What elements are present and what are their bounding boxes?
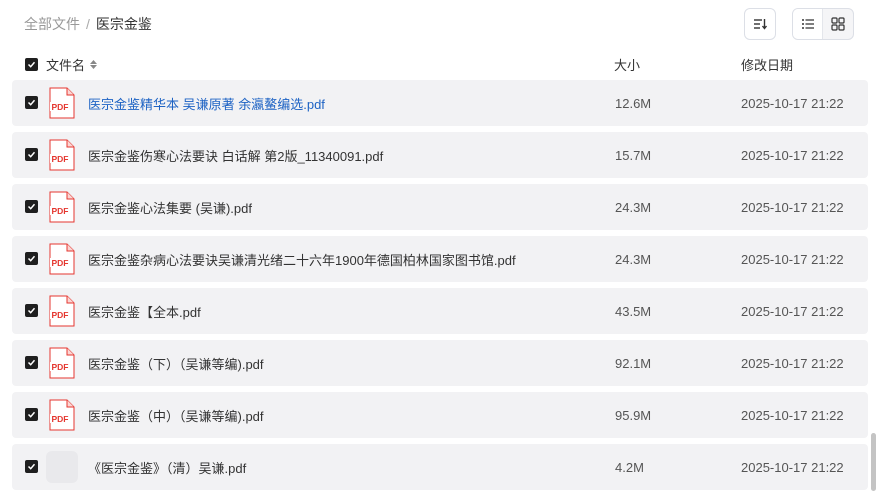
pdf-icon: PDF <box>49 87 75 119</box>
file-name[interactable]: 医宗金鉴（中）（吴谦等编).pdf <box>88 406 264 425</box>
row-checkbox[interactable] <box>25 408 38 421</box>
view-toggle <box>792 8 854 40</box>
checkmark-icon <box>27 99 36 106</box>
checkmark-icon <box>27 255 36 262</box>
sort-toggle-icon <box>90 59 98 69</box>
svg-text:PDF: PDF <box>52 258 69 268</box>
file-row[interactable]: PDF 医宗金鉴（下）（吴谦等编).pdf 92.1M 2025-10-17 2… <box>12 340 868 386</box>
file-name[interactable]: 医宗金鉴心法集要 (吴谦).pdf <box>88 198 252 217</box>
breadcrumb-root-link[interactable]: 全部文件 <box>24 14 80 34</box>
file-size: 4.2M <box>615 459 644 475</box>
sort-button[interactable] <box>744 8 776 40</box>
svg-text:PDF: PDF <box>52 102 69 112</box>
file-row[interactable]: PDF 医宗金鉴【全本.pdf 43.5M 2025-10-17 21:22 <box>12 288 868 334</box>
file-modified-date: 2025-10-17 21:22 <box>741 199 844 215</box>
row-checkbox[interactable] <box>25 148 38 161</box>
file-row[interactable]: PDF 医宗金鉴（中）（吴谦等编).pdf 95.9M 2025-10-17 2… <box>12 392 868 438</box>
breadcrumb-separator: / <box>86 16 90 32</box>
row-checkbox[interactable] <box>25 200 38 213</box>
svg-text:PDF: PDF <box>52 414 69 424</box>
row-checkbox[interactable] <box>25 252 38 265</box>
modified-column-header[interactable]: 修改日期 <box>741 55 793 74</box>
file-name[interactable]: 医宗金鉴杂病心法要诀吴谦清光绪二十六年1900年德国柏林国家图书馆.pdf <box>88 250 516 269</box>
file-size: 24.3M <box>615 251 652 267</box>
vertical-scrollbar[interactable] <box>871 433 876 491</box>
row-checkbox[interactable] <box>25 96 38 109</box>
svg-text:PDF: PDF <box>52 310 69 320</box>
pdf-icon: PDF <box>49 243 75 275</box>
file-modified-date: 2025-10-17 21:22 <box>741 303 844 319</box>
row-checkbox[interactable] <box>25 304 38 317</box>
name-column-header[interactable]: 文件名 <box>46 55 98 74</box>
list-view-button[interactable] <box>793 9 824 39</box>
size-column-header[interactable]: 大小 <box>614 55 640 74</box>
file-row[interactable]: 《医宗金鉴》（清）吴谦.pdf 4.2M 2025-10-17 21:22 <box>12 444 868 490</box>
file-name[interactable]: 医宗金鉴伤寒心法要诀 白话解 第2版_11340091.pdf <box>88 146 383 165</box>
file-size: 12.6M <box>615 95 652 111</box>
breadcrumb: 全部文件 / 医宗金鉴 <box>24 14 152 34</box>
file-row[interactable]: PDF 医宗金鉴伤寒心法要诀 白话解 第2版_11340091.pdf 15.7… <box>12 132 868 178</box>
file-row[interactable]: PDF 医宗金鉴杂病心法要诀吴谦清光绪二十六年1900年德国柏林国家图书馆.pd… <box>12 236 868 282</box>
file-size: 43.5M <box>615 303 652 319</box>
checkmark-icon <box>27 203 36 210</box>
file-row[interactable]: PDF 医宗金鉴心法集要 (吴谦).pdf 24.3M 2025-10-17 2… <box>12 184 868 230</box>
file-size: 92.1M <box>615 355 652 371</box>
checkmark-icon <box>27 61 36 68</box>
file-size: 95.9M <box>615 407 652 423</box>
svg-text:PDF: PDF <box>52 154 69 164</box>
checkmark-icon <box>27 359 36 366</box>
file-name[interactable]: 医宗金鉴（下）（吴谦等编).pdf <box>88 354 264 373</box>
file-size: 24.3M <box>615 199 652 215</box>
placeholder-thumbnail-icon <box>46 451 78 483</box>
file-row[interactable]: PDF 医宗金鉴精华本 吴谦原著 余瀛鳌编选.pdf 12.6M 2025-10… <box>12 80 868 126</box>
file-modified-date: 2025-10-17 21:22 <box>741 147 844 163</box>
file-modified-date: 2025-10-17 21:22 <box>741 407 844 423</box>
grid-view-button[interactable] <box>823 9 853 39</box>
file-size: 15.7M <box>615 147 652 163</box>
pdf-icon: PDF <box>49 399 75 431</box>
pdf-icon: PDF <box>49 191 75 223</box>
checkmark-icon <box>27 151 36 158</box>
pdf-icon: PDF <box>49 347 75 379</box>
svg-text:PDF: PDF <box>52 362 69 372</box>
checkmark-icon <box>27 463 36 470</box>
pdf-icon: PDF <box>49 295 75 327</box>
checkmark-icon <box>27 307 36 314</box>
file-modified-date: 2025-10-17 21:22 <box>741 95 844 111</box>
file-list-header: 文件名 大小 修改日期 <box>12 50 868 78</box>
pdf-icon: PDF <box>49 139 75 171</box>
breadcrumb-current: 医宗金鉴 <box>95 16 152 32</box>
row-checkbox[interactable] <box>25 356 38 369</box>
select-all-checkbox[interactable] <box>25 57 38 71</box>
file-name[interactable]: 医宗金鉴【全本.pdf <box>88 302 201 321</box>
name-column-label: 文件名 <box>46 57 86 73</box>
svg-text:PDF: PDF <box>52 206 69 216</box>
list-view-icon <box>801 19 814 29</box>
grid-view-icon <box>831 17 845 31</box>
file-modified-date: 2025-10-17 21:22 <box>741 459 844 475</box>
file-name[interactable]: 医宗金鉴精华本 吴谦原著 余瀛鳌编选.pdf <box>88 94 325 113</box>
checkmark-icon <box>27 411 36 418</box>
sort-icon <box>754 19 768 30</box>
file-list: PDF 医宗金鉴精华本 吴谦原著 余瀛鳌编选.pdf 12.6M 2025-10… <box>12 80 868 495</box>
row-checkbox[interactable] <box>25 460 38 473</box>
file-name[interactable]: 《医宗金鉴》（清）吴谦.pdf <box>88 458 246 477</box>
file-modified-date: 2025-10-17 21:22 <box>741 251 844 267</box>
file-modified-date: 2025-10-17 21:22 <box>741 355 844 371</box>
